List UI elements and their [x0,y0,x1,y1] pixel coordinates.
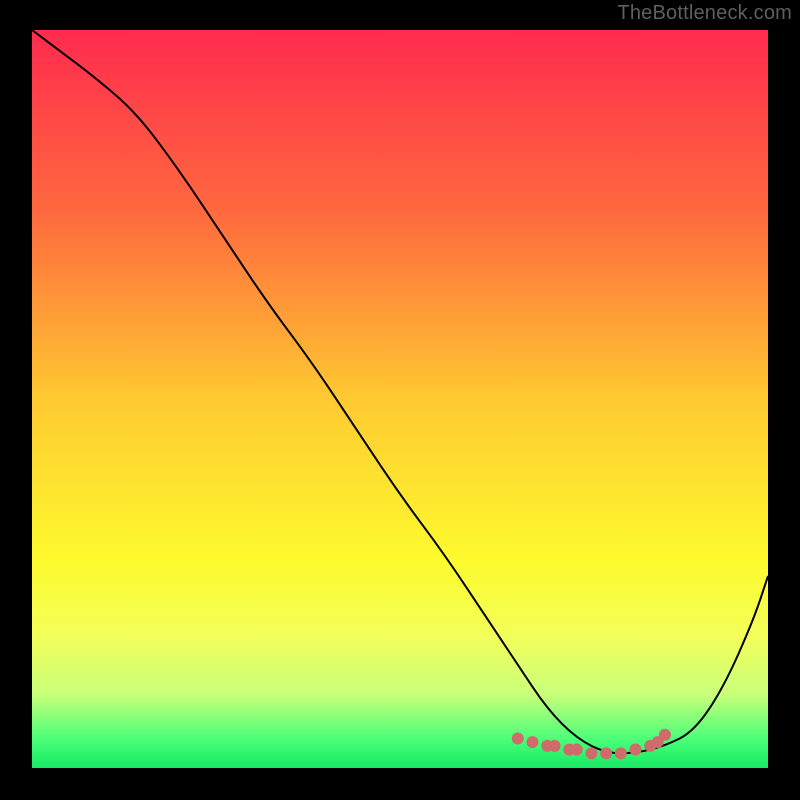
valley-dot [512,732,524,744]
valley-dot [585,747,597,759]
valley-dot [630,744,642,756]
chart-svg [0,0,800,800]
valley-dot [600,747,612,759]
valley-dot [571,744,583,756]
valley-dot [659,729,671,741]
chart-container: TheBottleneck.com [0,0,800,800]
plot-background [32,30,768,768]
valley-dot [615,747,627,759]
valley-dot [549,740,561,752]
valley-dot [526,736,538,748]
